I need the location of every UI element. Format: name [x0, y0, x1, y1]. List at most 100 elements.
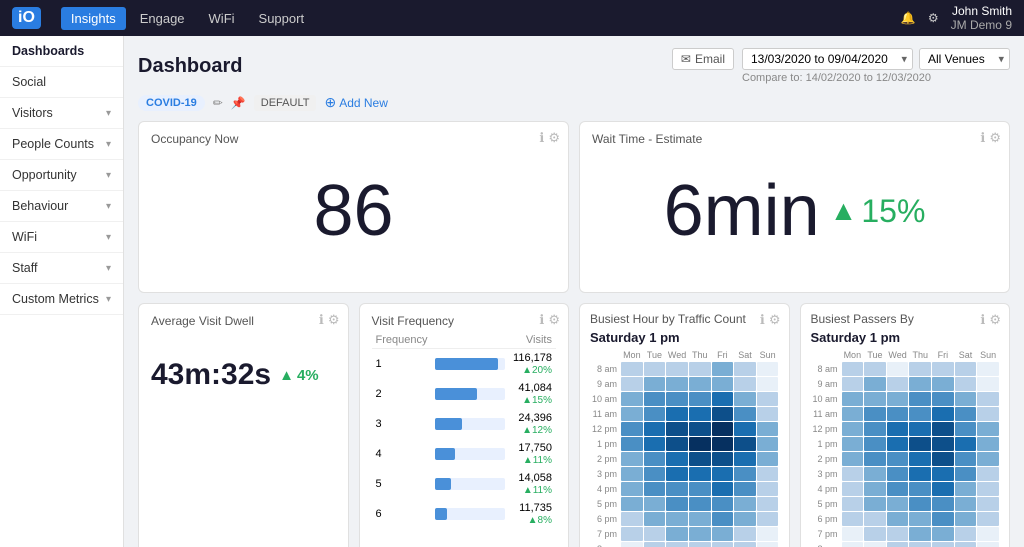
- heatmap-cell: [621, 377, 643, 391]
- freq-rank: 3: [372, 409, 432, 439]
- heatmap-cell: [887, 452, 909, 466]
- heatmap-cell: [734, 527, 756, 541]
- heatmap-cell: [757, 437, 779, 451]
- busiest-hour-subtitle: Saturday 1 pm: [590, 330, 779, 345]
- heatmap-cell: [955, 407, 977, 421]
- heatmap-cell: [666, 377, 688, 391]
- heatmap-cell: [977, 392, 999, 406]
- heatmap-cell: [712, 437, 734, 451]
- settings-icon[interactable]: ⚙: [989, 130, 1001, 146]
- heatmap-cell: [887, 512, 909, 526]
- gear-icon[interactable]: ⚙: [928, 11, 939, 25]
- venue-select[interactable]: All Venues: [919, 48, 1010, 70]
- heatmap-cell: [955, 437, 977, 451]
- info-icon[interactable]: ℹ: [539, 312, 544, 328]
- heatmap-cell: [864, 452, 886, 466]
- heatmap-cell: [734, 422, 756, 436]
- heatmap-cell: [757, 512, 779, 526]
- heatmap-cell: [909, 482, 931, 496]
- heatmap-cell: [757, 407, 779, 421]
- heatmap-cell: [621, 467, 643, 481]
- tab-default-badge: DEFAULT: [254, 95, 317, 111]
- heatmap-cell: [909, 512, 931, 526]
- heatmap-cell: [977, 527, 999, 541]
- user-name: John Smith: [951, 4, 1012, 18]
- table-row: 1 116,178 ▲20%: [372, 349, 557, 380]
- heatmap-cell: [734, 437, 756, 451]
- info-icon[interactable]: ℹ: [980, 130, 985, 146]
- bell-icon[interactable]: 🔔: [901, 11, 916, 25]
- sidebar-item-people-counts[interactable]: People Counts ▾: [0, 129, 123, 160]
- add-new-button[interactable]: ⊕ Add New: [324, 94, 387, 111]
- top-navigation: iO Insights Engage WiFi Support 🔔 ⚙ John…: [0, 0, 1024, 36]
- heatmap-day-header: Mon: [621, 349, 643, 361]
- edit-tab-icon[interactable]: ✏: [213, 96, 223, 110]
- info-icon[interactable]: ℹ: [539, 130, 544, 146]
- heatmap-cell: [757, 377, 779, 391]
- heatmap-cell: [842, 437, 864, 451]
- heatmap-cell: [864, 512, 886, 526]
- heatmap-cell: [909, 542, 931, 547]
- heatmap-cell: [977, 467, 999, 481]
- visit-freq-widget: Visit Frequency ℹ ⚙ Frequency Visits 1: [359, 303, 570, 547]
- heatmap-cell: [666, 437, 688, 451]
- heatmap-day-header: Sun: [977, 349, 999, 361]
- heatmap-cell: [757, 422, 779, 436]
- sidebar-item-dashboards[interactable]: Dashboards: [0, 36, 123, 67]
- info-icon[interactable]: ℹ: [980, 312, 985, 328]
- heatmap-day-header: Wed: [666, 349, 688, 361]
- heatmap-cell: [842, 407, 864, 421]
- heatmap-cell: [689, 512, 711, 526]
- freq-visits: 24,396 ▲12%: [509, 409, 556, 439]
- arrow-up-icon: ▲: [830, 195, 858, 227]
- freq-rank: 4: [372, 439, 432, 469]
- tab-covid[interactable]: COVID-19: [138, 95, 205, 111]
- avg-dwell-title: Average Visit Dwell: [151, 314, 336, 328]
- sidebar-item-social[interactable]: Social: [0, 67, 123, 98]
- nav-wifi[interactable]: WiFi: [199, 7, 245, 30]
- sidebar-item-visitors[interactable]: Visitors ▾: [0, 98, 123, 129]
- avg-dwell-widget: Average Visit Dwell ℹ ⚙ 43m:32s ▲ 4%: [138, 303, 349, 547]
- frequency-table: Frequency Visits 1 116,178 ▲20% 2 41,084…: [372, 332, 557, 529]
- settings-icon[interactable]: ⚙: [328, 312, 340, 328]
- heatmap-hour-label: 10 am: [590, 392, 620, 406]
- freq-bar: [431, 439, 509, 469]
- heatmap-cell: [932, 482, 954, 496]
- nav-insights[interactable]: Insights: [61, 7, 126, 30]
- venue-select-wrapper: All Venues: [919, 48, 1010, 70]
- occupancy-value: 86: [151, 150, 556, 282]
- nav-support[interactable]: Support: [249, 7, 315, 30]
- pin-icon: 📌: [231, 96, 246, 110]
- date-range-select[interactable]: 13/03/2020 to 09/04/2020: [742, 48, 913, 70]
- heatmap-cell: [932, 422, 954, 436]
- heatmap-cell: [955, 512, 977, 526]
- settings-icon[interactable]: ⚙: [989, 312, 1001, 328]
- heatmap-hour-label: 5 pm: [811, 497, 841, 511]
- sidebar-item-behaviour[interactable]: Behaviour ▾: [0, 191, 123, 222]
- occupancy-title: Occupancy Now: [151, 132, 556, 146]
- wait-time-icons: ℹ ⚙: [980, 130, 1001, 146]
- sidebar-item-wifi[interactable]: WiFi ▾: [0, 222, 123, 253]
- heatmap-cell: [644, 392, 666, 406]
- freq-rank: 6: [372, 499, 432, 529]
- settings-icon[interactable]: ⚙: [769, 312, 781, 328]
- heatmap-cell: [864, 407, 886, 421]
- arrow-up-sm-icon: ▲: [279, 367, 294, 384]
- heatmap-hour-label: 12 pm: [811, 422, 841, 436]
- sidebar-item-opportunity[interactable]: Opportunity ▾: [0, 160, 123, 191]
- heatmap-cell: [842, 467, 864, 481]
- settings-icon[interactable]: ⚙: [548, 130, 560, 146]
- heatmap-cell: [621, 482, 643, 496]
- heatmap-cell: [689, 542, 711, 547]
- heatmap-cell: [689, 482, 711, 496]
- heatmap-day-header: Fri: [932, 349, 954, 361]
- info-icon[interactable]: ℹ: [760, 312, 765, 328]
- info-icon[interactable]: ℹ: [319, 312, 324, 328]
- sidebar-item-custom-metrics[interactable]: Custom Metrics ▾: [0, 284, 123, 315]
- nav-engage[interactable]: Engage: [130, 7, 195, 30]
- sidebar-item-staff[interactable]: Staff ▾: [0, 253, 123, 284]
- table-row: 3 24,396 ▲12%: [372, 409, 557, 439]
- settings-icon[interactable]: ⚙: [548, 312, 560, 328]
- email-button[interactable]: ✉ Email: [672, 48, 734, 70]
- date-range-select-wrapper: 13/03/2020 to 09/04/2020: [742, 48, 913, 70]
